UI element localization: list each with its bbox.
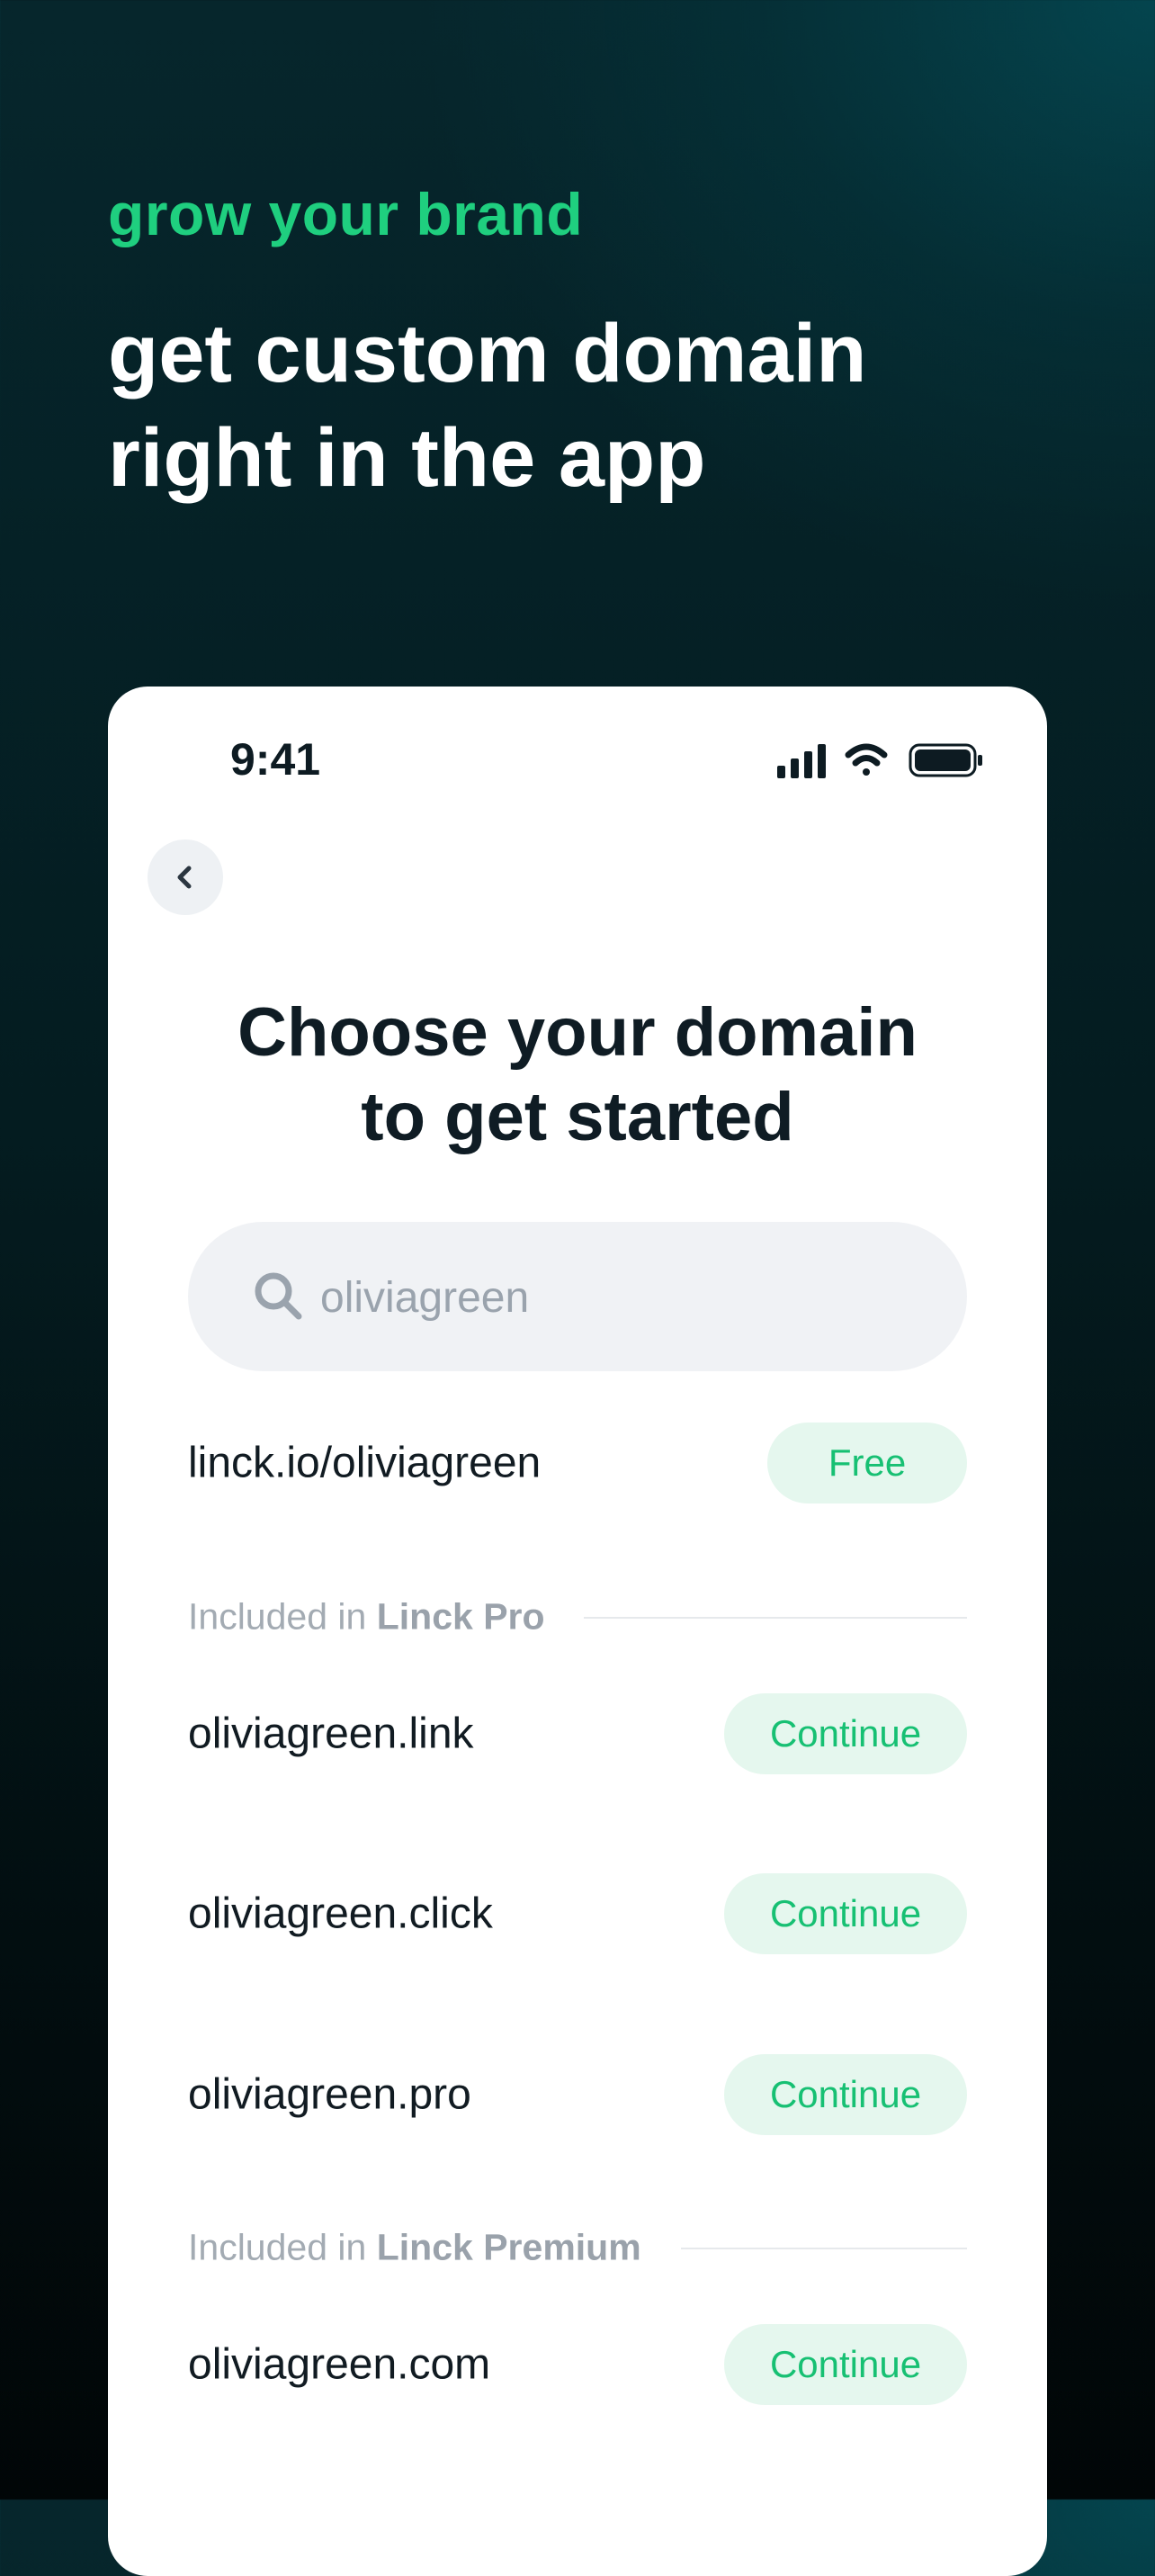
status-icons xyxy=(777,743,982,778)
page-title: Choose your domain to get started xyxy=(108,991,1047,1160)
domain-label: oliviagreen.link xyxy=(188,1710,474,1758)
signal-icon xyxy=(777,744,826,778)
section-plan-name: Linck Pro xyxy=(376,1595,545,1638)
domain-row: oliviagreen.com Continue xyxy=(188,2324,967,2405)
free-domain-row: linck.io/oliviagreen Free xyxy=(188,1423,967,1503)
domain-row: oliviagreen.click Continue xyxy=(188,1873,967,1954)
section-prefix: Included in xyxy=(188,2226,367,2268)
section-divider xyxy=(584,1617,967,1619)
back-button[interactable] xyxy=(148,839,223,915)
page-title-line1: Choose your domain xyxy=(237,994,918,1071)
search-bar[interactable] xyxy=(188,1222,967,1371)
promo-eyebrow: grow your brand xyxy=(108,181,584,247)
page-title-line2: to get started xyxy=(361,1079,794,1155)
status-time: 9:41 xyxy=(230,734,321,785)
domain-label: oliviagreen.com xyxy=(188,2340,491,2389)
domain-label: oliviagreen.pro xyxy=(188,2070,471,2119)
domain-label: oliviagreen.click xyxy=(188,1889,493,1938)
promo-headline-line1: get custom domain xyxy=(108,308,867,399)
continue-button[interactable]: Continue xyxy=(724,1693,967,1774)
domain-row: oliviagreen.link Continue xyxy=(188,1693,967,1774)
domain-row: oliviagreen.pro Continue xyxy=(188,2054,967,2135)
section-plan-name: Linck Premium xyxy=(376,2226,641,2268)
continue-button[interactable]: Continue xyxy=(724,2324,967,2405)
promo-headline: get custom domain right in the app xyxy=(108,301,1097,510)
search-icon xyxy=(255,1272,302,1320)
domain-label: linck.io/oliviagreen xyxy=(188,1439,542,1487)
section-header-text: Included in Linck Premium xyxy=(188,2227,641,2269)
section-header-pro: Included in Linck Pro xyxy=(188,1590,967,1644)
search-input[interactable] xyxy=(318,1265,934,1330)
section-header-premium: Included in Linck Premium xyxy=(188,2221,967,2275)
chevron-left-icon xyxy=(177,866,192,889)
phone-mockup: 9:41 Choose your domain to get started o… xyxy=(108,687,1047,2576)
free-button[interactable]: Free xyxy=(767,1423,967,1503)
continue-button[interactable]: Continue xyxy=(724,1873,967,1954)
section-divider xyxy=(681,2248,967,2249)
promo-headline-line2: right in the app xyxy=(108,412,706,504)
battery-icon xyxy=(909,743,982,777)
section-prefix: Included in xyxy=(188,1595,367,1638)
section-header-text: Included in Linck Pro xyxy=(188,1596,545,1638)
continue-button[interactable]: Continue xyxy=(724,2054,967,2135)
wifi-icon xyxy=(845,743,888,776)
